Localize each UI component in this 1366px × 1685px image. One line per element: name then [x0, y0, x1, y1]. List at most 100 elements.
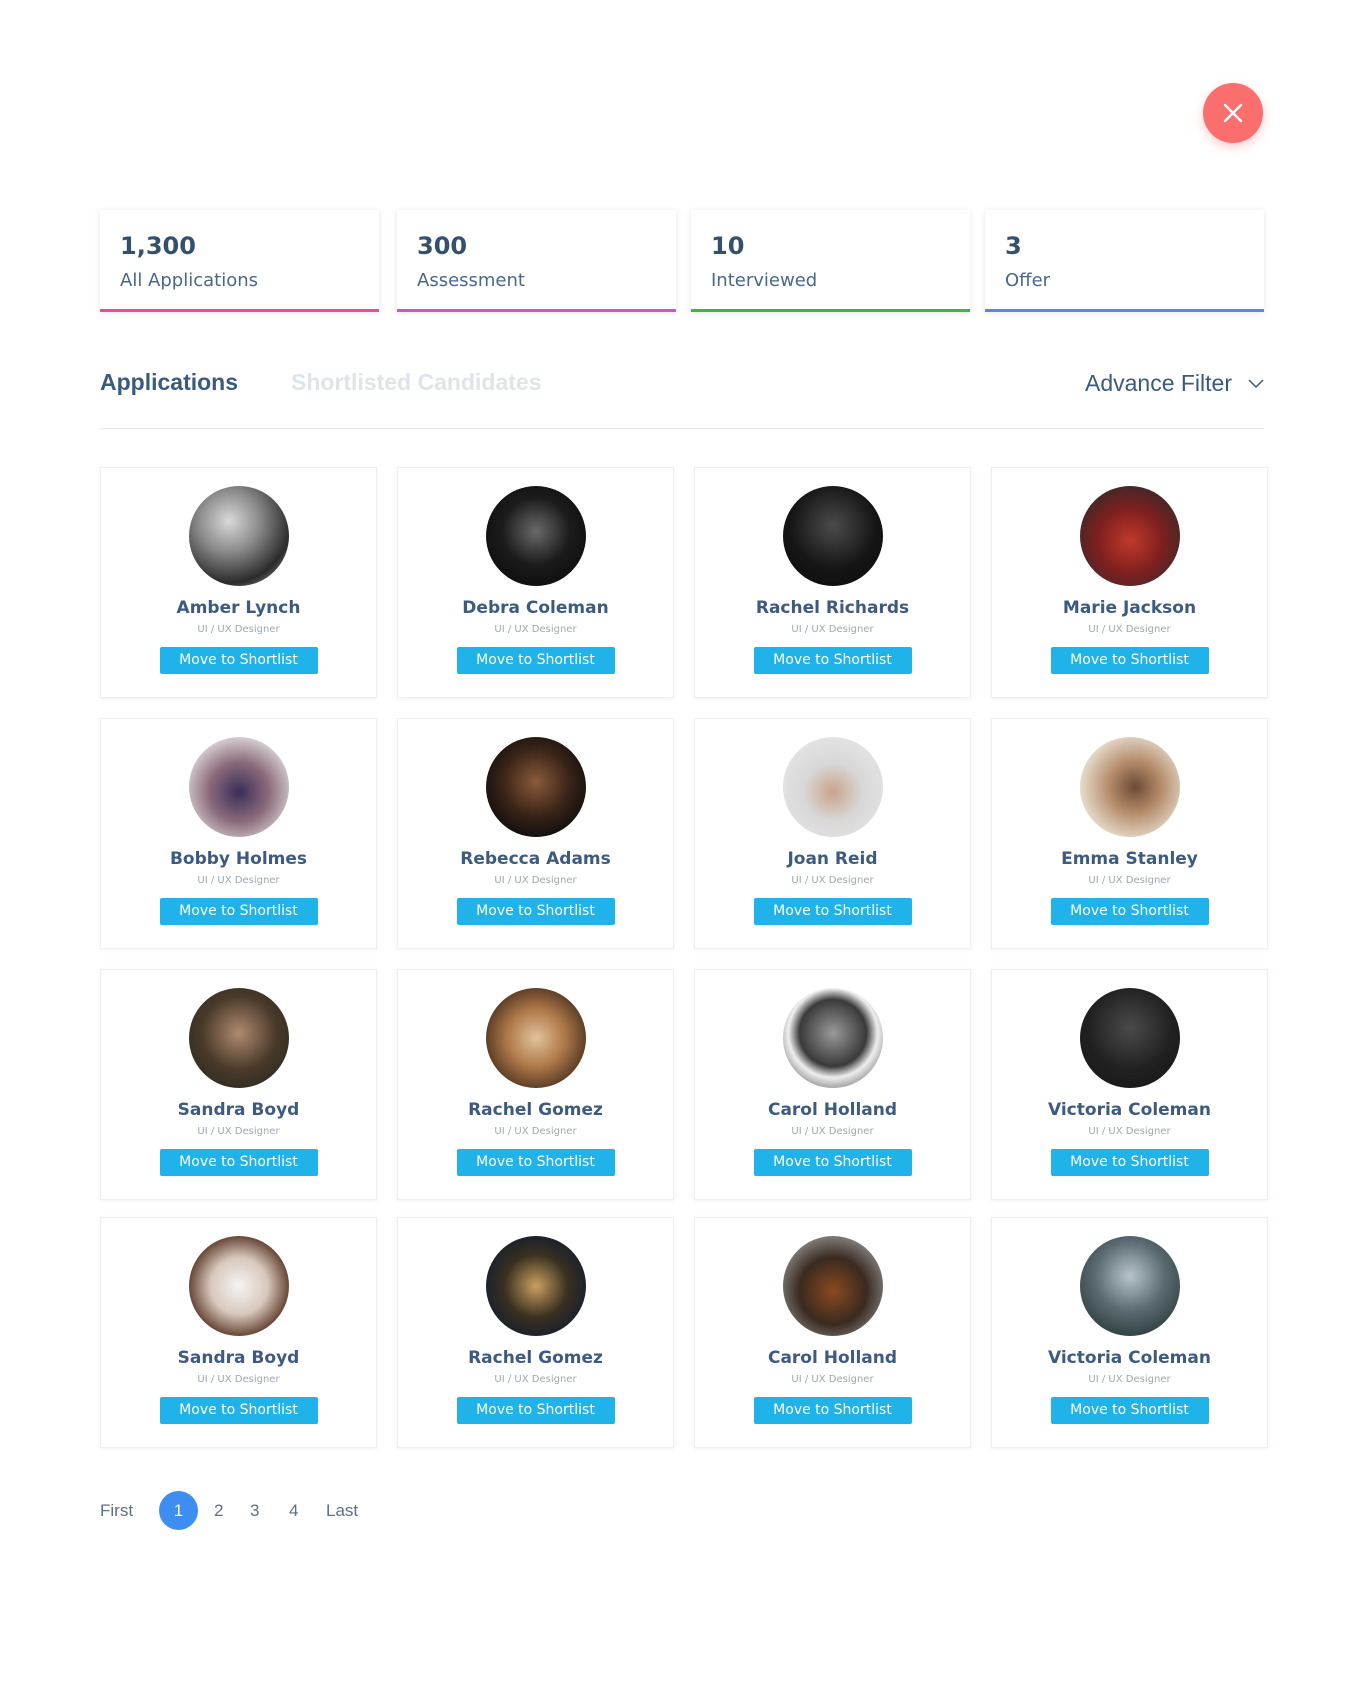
- candidate-name: Joan Reid: [787, 849, 878, 869]
- candidate-name: Emma Stanley: [1061, 849, 1198, 869]
- candidate-role: UI / UX Designer: [1088, 624, 1171, 635]
- tab-applications[interactable]: Applications: [100, 369, 238, 396]
- candidate-role: UI / UX Designer: [791, 1374, 874, 1385]
- candidate-card[interactable]: Emma Stanley UI / UX Designer Move to Shor…: [991, 718, 1268, 949]
- candidate-card[interactable]: Rachel Gomez UI / UX Designer Move to Shor…: [397, 969, 674, 1200]
- candidate-name: Amber Lynch: [176, 598, 301, 618]
- candidate-role: UI / UX Designer: [197, 1374, 280, 1385]
- candidate-card[interactable]: Rachel Richards UI / UX Designer Move to S…: [694, 467, 971, 698]
- candidate-role: UI / UX Designer: [494, 624, 577, 635]
- candidate-card[interactable]: Rachel Gomez UI / UX Designer Move to Shor…: [397, 1217, 674, 1448]
- candidate-role: UI / UX Designer: [1088, 1374, 1171, 1385]
- candidate-role: UI / UX Designer: [197, 624, 280, 635]
- stat-card-assessment[interactable]: 300 Assessment: [397, 210, 676, 312]
- close-icon: [1223, 103, 1243, 123]
- pagination-page[interactable]: 2: [214, 1501, 223, 1521]
- candidate-name: Carol Holland: [767, 1100, 898, 1120]
- avatar: [188, 737, 289, 837]
- stat-label: Offer: [1005, 270, 1051, 291]
- candidate-card[interactable]: Bobby Holmes UI / UX Designer Move to Shor…: [100, 718, 377, 949]
- avatar: [485, 988, 586, 1088]
- pagination-first[interactable]: First: [100, 1501, 133, 1521]
- move-to-shortlist-button[interactable]: Move to Shortlist: [753, 1149, 912, 1176]
- candidate-card[interactable]: Victoria Coleman UI / UX Designer Move to …: [991, 969, 1268, 1200]
- candidate-name: Rebecca Adams: [460, 849, 611, 869]
- candidate-role: UI / UX Designer: [791, 875, 874, 886]
- move-to-shortlist-button[interactable]: Move to Shortlist: [753, 1397, 912, 1424]
- move-to-shortlist-button[interactable]: Move to Shortlist: [753, 647, 912, 674]
- move-to-shortlist-button[interactable]: Move to Shortlist: [456, 647, 615, 674]
- move-to-shortlist-button[interactable]: Move to Shortlist: [1050, 1149, 1209, 1176]
- chevron-down-icon: [1248, 378, 1264, 388]
- candidate-role: UI / UX Designer: [494, 1126, 577, 1137]
- move-to-shortlist-button[interactable]: Move to Shortlist: [753, 898, 912, 925]
- stat-card-all-applications[interactable]: 1,300 All Applications: [100, 210, 379, 312]
- candidate-role: UI / UX Designer: [1088, 875, 1171, 886]
- avatar: [485, 737, 586, 837]
- tab-bar: Applications Shortlisted Candidates Adva…: [100, 363, 1264, 429]
- stat-value: 10: [711, 232, 745, 260]
- candidate-card[interactable]: Amber Lynch UI / UX Designer Move to Short…: [100, 467, 377, 698]
- move-to-shortlist-button[interactable]: Move to Shortlist: [456, 898, 615, 925]
- candidate-card[interactable]: Sandra Boyd UI / UX Designer Move to Short…: [100, 969, 377, 1200]
- pagination-page[interactable]: 4: [289, 1501, 298, 1521]
- move-to-shortlist-button[interactable]: Move to Shortlist: [159, 1397, 318, 1424]
- candidate-name: Rachel Richards: [755, 598, 910, 618]
- move-to-shortlist-button[interactable]: Move to Shortlist: [1050, 898, 1209, 925]
- candidate-card[interactable]: Victoria Coleman UI / UX Designer Move to …: [991, 1217, 1268, 1448]
- advance-filter-label: Advance Filter: [1084, 370, 1232, 396]
- avatar: [782, 737, 883, 837]
- candidate-role: UI / UX Designer: [1088, 1126, 1171, 1137]
- pagination-last[interactable]: Last: [326, 1501, 358, 1521]
- stat-card-offer[interactable]: 3 Offer: [985, 210, 1264, 312]
- candidate-card[interactable]: Joan Reid UI / UX Designer Move to Shortli…: [694, 718, 971, 949]
- move-to-shortlist-button[interactable]: Move to Shortlist: [1050, 647, 1209, 674]
- candidate-card[interactable]: Carol Holland UI / UX Designer Move to Sho…: [694, 1217, 971, 1448]
- advance-filter-dropdown[interactable]: Advance Filter: [1085, 370, 1264, 397]
- stats-row: 1,300 All Applications 300 Assessment 10…: [100, 210, 1264, 312]
- avatar: [1079, 486, 1180, 586]
- avatar: [188, 1236, 289, 1336]
- candidate-card[interactable]: Marie Jackson UI / UX Designer Move to Sho…: [991, 467, 1268, 698]
- candidate-name: Sandra Boyd: [177, 1348, 300, 1368]
- move-to-shortlist-button[interactable]: Move to Shortlist: [456, 1149, 615, 1176]
- candidate-role: UI / UX Designer: [197, 875, 280, 886]
- candidate-name: Rachel Gomez: [468, 1100, 603, 1120]
- candidate-name: Marie Jackson: [1062, 598, 1197, 618]
- candidate-card[interactable]: Carol Holland UI / UX Designer Move to Sho…: [694, 969, 971, 1200]
- avatar: [1079, 1236, 1180, 1336]
- candidate-role: UI / UX Designer: [197, 1126, 280, 1137]
- candidate-card[interactable]: Debra Coleman UI / UX Designer Move to Sho…: [397, 467, 674, 698]
- close-button[interactable]: [1203, 83, 1263, 143]
- tab-shortlisted-candidates[interactable]: Shortlisted Candidates: [291, 369, 541, 396]
- move-to-shortlist-button[interactable]: Move to Shortlist: [159, 898, 318, 925]
- avatar: [1079, 737, 1180, 837]
- stat-label: All Applications: [120, 270, 258, 291]
- candidate-name: Sandra Boyd: [177, 1100, 300, 1120]
- move-to-shortlist-button[interactable]: Move to Shortlist: [159, 1149, 318, 1176]
- candidate-role: UI / UX Designer: [791, 1126, 874, 1137]
- candidate-name: Rachel Gomez: [468, 1348, 603, 1368]
- avatar: [188, 988, 289, 1088]
- candidate-card[interactable]: Sandra Boyd UI / UX Designer Move to Short…: [100, 1217, 377, 1448]
- candidate-name: Victoria Coleman: [1048, 1100, 1211, 1120]
- stat-card-interviewed[interactable]: 10 Interviewed: [691, 210, 970, 312]
- avatar: [1079, 988, 1180, 1088]
- candidate-name: Bobby Holmes: [169, 849, 308, 869]
- candidate-name: Victoria Coleman: [1048, 1348, 1211, 1368]
- move-to-shortlist-button[interactable]: Move to Shortlist: [1050, 1397, 1209, 1424]
- pagination: First 1 2 3 4 Last: [100, 1491, 500, 1531]
- candidate-role: UI / UX Designer: [494, 1374, 577, 1385]
- avatar: [782, 486, 883, 586]
- candidate-name: Carol Holland: [767, 1348, 898, 1368]
- avatar: [188, 486, 289, 586]
- avatar: [485, 486, 586, 586]
- move-to-shortlist-button[interactable]: Move to Shortlist: [456, 1397, 615, 1424]
- candidate-card[interactable]: Rebecca Adams UI / UX Designer Move to Sho…: [397, 718, 674, 949]
- pagination-page-current[interactable]: 1: [159, 1491, 198, 1530]
- candidate-role: UI / UX Designer: [791, 624, 874, 635]
- pagination-page[interactable]: 3: [250, 1501, 259, 1521]
- move-to-shortlist-button[interactable]: Move to Shortlist: [159, 647, 318, 674]
- avatar: [485, 1236, 586, 1336]
- stat-value: 3: [1005, 232, 1022, 260]
